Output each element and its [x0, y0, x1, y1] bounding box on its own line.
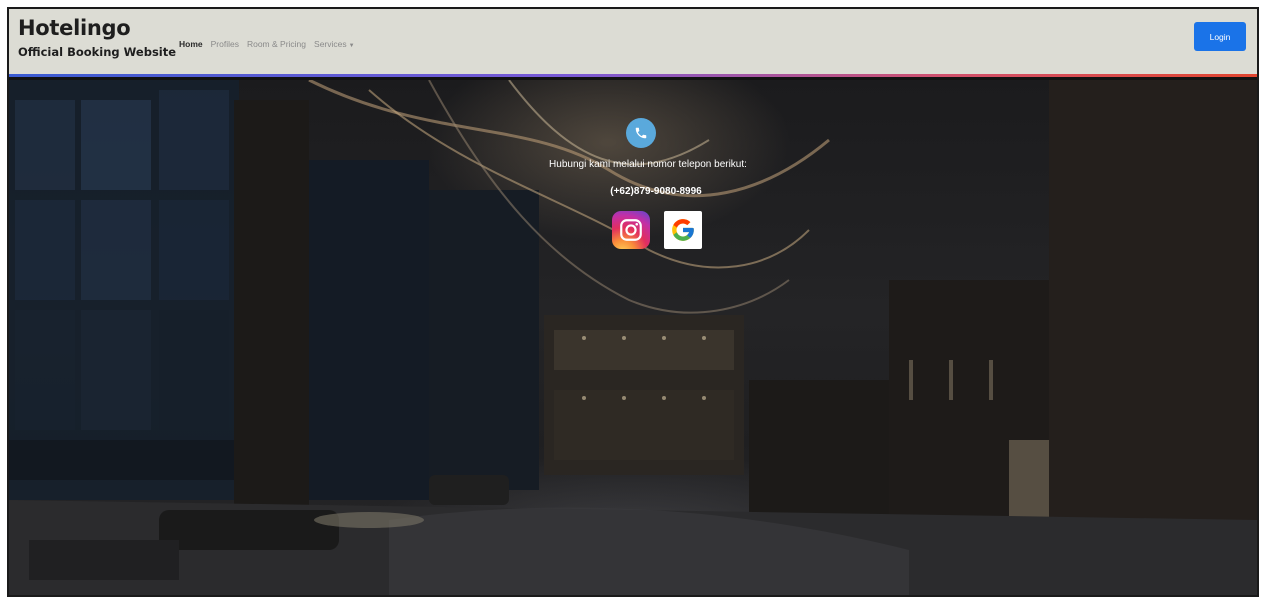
phone-icon: [626, 118, 656, 148]
contact-instruction: Hubungi kami melalui nomor telepon berik…: [549, 159, 747, 170]
phone-glyph: [635, 127, 647, 139]
login-button[interactable]: Login: [1194, 22, 1246, 51]
brand-subtitle: Official Booking Website: [18, 45, 177, 59]
caret-down-icon: ▼: [348, 43, 355, 49]
contact-block: Hubungi kami melalui nomor telepon berik…: [9, 118, 1257, 249]
instagram-icon[interactable]: [612, 211, 650, 249]
contact-phone-number[interactable]: (+62)879-9080-8996: [610, 186, 701, 197]
nav-services-label: Services: [314, 39, 347, 49]
google-icon[interactable]: [664, 211, 702, 249]
nav-links: Home Profiles Room & Pricing Services ▼: [179, 39, 355, 49]
hero-section: Hubungi kami melalui nomor telepon berik…: [9, 80, 1257, 595]
nav-profiles[interactable]: Profiles: [211, 39, 239, 49]
browser-viewport: Hotelingo Official Booking Website Home …: [7, 7, 1259, 597]
nav-services-dropdown[interactable]: Services ▼: [314, 39, 355, 49]
brand-title: Hotelingo: [18, 16, 131, 40]
nav-home[interactable]: Home: [179, 39, 203, 49]
instagram-glyph: [620, 219, 642, 241]
navbar: Hotelingo Official Booking Website Home …: [9, 9, 1257, 77]
social-links: [612, 211, 702, 249]
brand[interactable]: Hotelingo Official Booking Website: [18, 15, 176, 59]
google-glyph: [672, 219, 694, 241]
nav-room-pricing[interactable]: Room & Pricing: [247, 39, 306, 49]
